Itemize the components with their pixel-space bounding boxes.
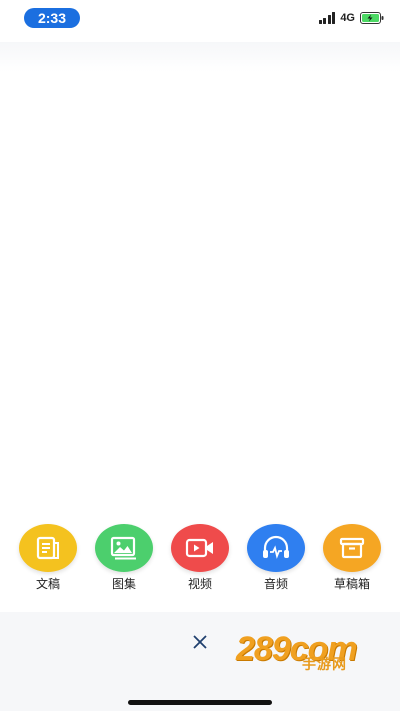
close-icon bbox=[193, 635, 207, 649]
tool-audio-label: 音频 bbox=[263, 577, 288, 591]
network-type: 4G bbox=[340, 12, 355, 24]
signal-icon bbox=[318, 12, 336, 24]
tool-video[interactable]: 视频 bbox=[164, 524, 236, 591]
publish-tools: 文稿 图集 视频 音频 草稿箱 bbox=[0, 524, 400, 594]
tool-video-circle bbox=[171, 524, 229, 572]
tool-document-label: 文稿 bbox=[35, 577, 60, 591]
watermark-sub: 手游网 bbox=[302, 656, 347, 672]
tool-document-circle bbox=[19, 524, 77, 572]
status-bar: 2:33 4G bbox=[0, 0, 400, 40]
tool-drafts-label: 草稿箱 bbox=[333, 577, 370, 591]
status-time: 2:33 bbox=[24, 8, 80, 28]
video-camera-icon bbox=[185, 538, 213, 558]
tool-gallery-label: 图集 bbox=[111, 577, 136, 591]
battery-charging-icon bbox=[360, 12, 384, 24]
archive-box-icon bbox=[339, 537, 365, 559]
document-icon bbox=[36, 536, 59, 560]
tool-document[interactable]: 文稿 bbox=[12, 524, 84, 591]
tool-gallery[interactable]: 图集 bbox=[88, 524, 160, 591]
header-area bbox=[0, 42, 400, 72]
tool-video-label: 视频 bbox=[187, 577, 212, 591]
tool-audio[interactable]: 音频 bbox=[240, 524, 312, 591]
home-indicator[interactable] bbox=[128, 700, 272, 705]
image-icon bbox=[110, 536, 136, 560]
tool-drafts[interactable]: 草稿箱 bbox=[316, 524, 388, 591]
tool-drafts-circle bbox=[323, 524, 381, 572]
tool-gallery-circle bbox=[95, 524, 153, 572]
close-button[interactable] bbox=[190, 632, 210, 652]
headphones-icon bbox=[263, 535, 289, 559]
watermark-logo: 289com 手游网 bbox=[236, 630, 386, 690]
tool-audio-circle bbox=[247, 524, 305, 572]
status-indicators: 4G bbox=[318, 10, 384, 26]
